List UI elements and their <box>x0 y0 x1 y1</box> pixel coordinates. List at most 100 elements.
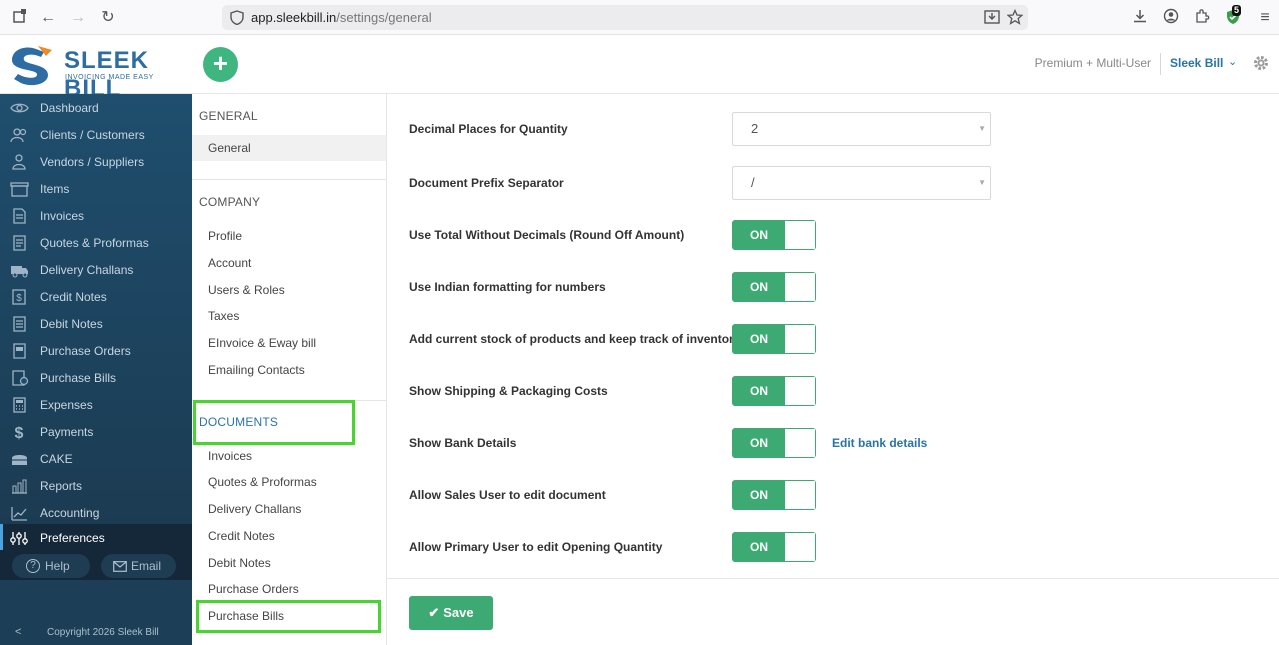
sidebar-item-label: Credit Notes <box>40 289 107 304</box>
eye-icon <box>10 103 29 112</box>
quote-document-icon <box>13 234 26 251</box>
user-menu[interactable]: Sleek Bill <box>1170 56 1223 70</box>
sidebar-item-cake[interactable]: CAKE <box>0 445 192 472</box>
bookmark-star-icon[interactable] <box>1007 9 1023 25</box>
bank-details-toggle[interactable]: ON <box>732 428 816 458</box>
save-page-icon[interactable] <box>984 9 1000 25</box>
help-bar: ? Help Email <box>0 550 192 580</box>
sidebar-item-vendors[interactable]: Vendors / Suppliers <box>0 148 192 175</box>
settings-link-account[interactable]: Account <box>208 256 251 270</box>
settings-link-credit-notes[interactable]: Credit Notes <box>208 529 275 543</box>
settings-link-profile[interactable]: Profile <box>208 229 242 243</box>
sidebar-item-label: Dashboard <box>40 100 99 115</box>
sidebar-item-purchase-orders[interactable]: Purchase Orders <box>0 337 192 364</box>
sidebar-item-reports[interactable]: Reports <box>0 472 192 499</box>
chevron-down-icon[interactable]: ⌄ <box>1228 55 1237 68</box>
sidebar-item-preferences[interactable]: Preferences <box>0 524 192 551</box>
order-document-icon <box>13 342 26 359</box>
settings-link-emailing-contacts[interactable]: Emailing Contacts <box>208 363 305 377</box>
settings-divider <box>192 179 386 180</box>
sidebar-item-label: Preferences <box>40 530 105 545</box>
settings-link-delivery-challans[interactable]: Delivery Challans <box>208 502 301 516</box>
toggle-state: ON <box>733 325 785 353</box>
setting-row-opening-quantity: Allow Primary User to edit Opening Quant… <box>409 530 1009 564</box>
sidebar-item-purchase-bills[interactable]: Purchase Bills <box>0 364 192 391</box>
highlight-box-purchase-bills <box>196 600 381 633</box>
cake-icon <box>12 454 27 465</box>
setting-row-sales-user-edit: Allow Sales User to edit document ON <box>409 478 1009 512</box>
decimal-places-value: 2 <box>751 121 759 136</box>
calculator-icon <box>13 396 26 413</box>
setting-label: Allow Primary User to edit Opening Quant… <box>409 540 663 554</box>
document-icon <box>13 207 26 224</box>
sidebar-item-delivery-challans[interactable]: Delivery Challans <box>0 256 192 283</box>
save-button[interactable]: ✔ Save <box>409 596 493 630</box>
settings-link-debit-notes[interactable]: Debit Notes <box>208 556 271 570</box>
sidebar-item-payments[interactable]: $ Payments <box>0 418 192 445</box>
add-new-button[interactable]: + <box>203 47 238 82</box>
settings-link-einvoice[interactable]: EInvoice & Eway bill <box>208 336 316 350</box>
shipping-toggle[interactable]: ON <box>732 376 816 406</box>
toggle-knob <box>786 221 815 249</box>
settings-link-purchase-orders[interactable]: Purchase Orders <box>208 582 299 596</box>
settings-link-invoices[interactable]: Invoices <box>208 449 252 463</box>
sidebar-item-label: Items <box>40 181 70 196</box>
downloads-icon[interactable] <box>1130 8 1150 28</box>
sidebar-item-credit-notes[interactable]: $ Credit Notes <box>0 283 192 310</box>
settings-link-general[interactable]: General <box>192 135 386 161</box>
forward-icon[interactable]: → <box>68 8 88 28</box>
sidebar-item-items[interactable]: Items <box>0 175 192 202</box>
collapse-sidebar-icon[interactable]: < <box>15 626 21 638</box>
decimal-places-select[interactable]: 2 ▼ <box>732 112 991 146</box>
account-icon[interactable] <box>1161 8 1181 28</box>
prefix-separator-value: / <box>751 175 755 190</box>
settings-link-quotes[interactable]: Quotes & Proformas <box>208 475 317 489</box>
sidebar-item-accounting[interactable]: Accounting <box>0 499 192 526</box>
address-bar[interactable]: app.sleekbill.in/settings/general <box>222 5 1028 30</box>
logo-tagline: INVOICING MADE EASY <box>65 74 154 81</box>
mail-icon <box>113 561 127 572</box>
opening-quantity-toggle[interactable]: ON <box>732 532 816 562</box>
edit-bank-details-link[interactable]: Edit bank details <box>832 436 927 450</box>
toggle-knob <box>786 325 815 353</box>
settings-heading-general: GENERAL <box>199 109 258 123</box>
back-icon[interactable]: ← <box>38 8 58 28</box>
shield-icon[interactable] <box>230 10 244 25</box>
gear-icon[interactable] <box>1252 54 1270 72</box>
toggle-knob <box>786 377 815 405</box>
toggle-state: ON <box>733 377 785 405</box>
sidebar-item-label: Purchase Orders <box>40 343 131 358</box>
email-button[interactable]: Email <box>101 554 176 578</box>
sidebar-item-debit-notes[interactable]: Debit Notes <box>0 310 192 337</box>
sidebar-item-dashboard[interactable]: Dashboard <box>0 94 192 121</box>
settings-link-users-roles[interactable]: Users & Roles <box>208 283 285 297</box>
prefix-separator-select[interactable]: / ▼ <box>732 166 991 200</box>
extension-badge: 5 <box>1232 5 1242 16</box>
prefix-separator-label: Document Prefix Separator <box>409 176 564 190</box>
inventory-toggle[interactable]: ON <box>732 324 816 354</box>
decimal-places-label: Decimal Places for Quantity <box>409 122 568 136</box>
sidebar-item-label: Invoices <box>40 208 85 223</box>
copyright-text: Copyright 2026 Sleek Bill <box>47 627 159 638</box>
extensions-icon[interactable] <box>1192 8 1212 28</box>
toggle-knob <box>786 481 815 509</box>
settings-link-taxes[interactable]: Taxes <box>208 309 239 323</box>
sidebar-item-quotes[interactable]: Quotes & Proformas <box>0 229 192 256</box>
tab-manager-icon[interactable] <box>10 8 30 28</box>
sidebar-item-clients[interactable]: Clients / Customers <box>0 121 192 148</box>
menu-icon[interactable]: ≡ <box>1255 8 1275 28</box>
checkmark-icon: ✔ <box>428 605 440 620</box>
sidebar-item-invoices[interactable]: Invoices <box>0 202 192 229</box>
sales-user-edit-toggle[interactable]: ON <box>732 480 816 510</box>
indian-format-toggle[interactable]: ON <box>732 272 816 302</box>
setting-row-indian-format: Use Indian formatting for numbers ON <box>409 270 1009 304</box>
round-off-toggle[interactable]: ON <box>732 220 816 250</box>
help-button[interactable]: ? Help <box>12 554 90 578</box>
logo[interactable]: SLEEK BILL INVOICING MADE EASY <box>8 43 188 102</box>
bill-icon <box>12 369 29 386</box>
sidebar-item-label: Delivery Challans <box>40 262 134 277</box>
setting-row-bank-details: Show Bank Details ON Edit bank details <box>409 426 1009 460</box>
email-label: Email <box>131 559 162 573</box>
reload-icon[interactable]: ↻ <box>98 8 118 28</box>
sidebar-item-expenses[interactable]: Expenses <box>0 391 192 418</box>
